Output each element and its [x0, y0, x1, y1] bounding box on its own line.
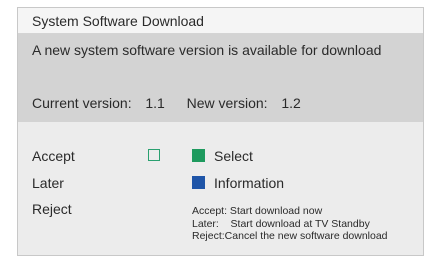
new-version-value: 1.2	[281, 95, 301, 111]
info-key-hint: Information	[192, 175, 284, 191]
update-message: A new system software version is availab…	[32, 42, 382, 58]
new-version-label: New version:	[186, 95, 268, 111]
option-reject[interactable]: Reject	[32, 201, 72, 217]
help-accept: Accept: Start download now	[192, 205, 323, 217]
select-key-hint: Select	[192, 148, 253, 164]
option-accept[interactable]: Accept	[32, 148, 75, 164]
version-info: Current version: 1.1 New version: 1.2	[32, 95, 301, 111]
help-text: Accept: Start download now Later: Start …	[192, 205, 388, 243]
help-later: Later: Start download at TV Standby	[192, 217, 370, 230]
current-version-label: Current version:	[32, 95, 132, 111]
blue-key-icon	[192, 176, 205, 189]
accept-checkbox[interactable]	[148, 149, 160, 161]
title-bar: System Software Download	[18, 8, 423, 34]
select-key-label: Select	[214, 148, 253, 164]
help-reject: Reject:Cancel the new software download	[192, 230, 388, 242]
current-version-value: 1.1	[145, 95, 165, 111]
option-later[interactable]: Later	[32, 175, 64, 191]
info-band: A new system software version is availab…	[18, 34, 423, 122]
info-key-label: Information	[214, 175, 285, 191]
green-key-icon	[192, 149, 205, 162]
software-download-dialog: System Software Download A new system so…	[17, 7, 424, 256]
dialog-title: System Software Download	[32, 13, 204, 29]
